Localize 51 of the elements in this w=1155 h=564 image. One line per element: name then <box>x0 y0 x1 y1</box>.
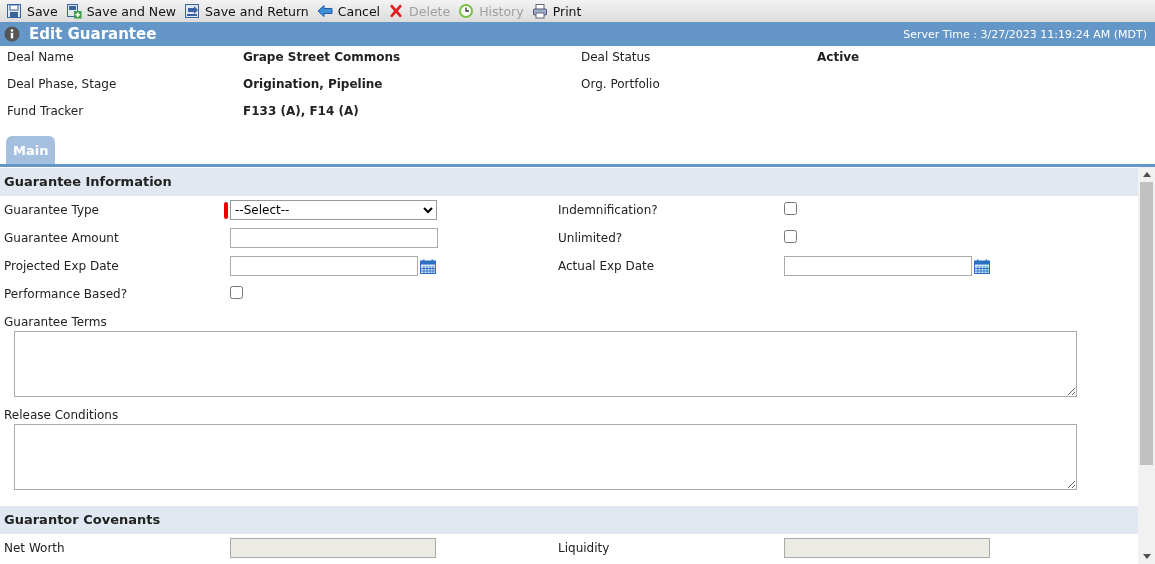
cross-icon <box>388 3 405 19</box>
calendar-icon[interactable] <box>420 258 436 274</box>
info-icon <box>4 26 20 42</box>
scrollbar[interactable] <box>1138 167 1155 564</box>
field-value: Grape Street Commons <box>243 49 401 66</box>
text-area[interactable] <box>14 331 1077 397</box>
printer-icon <box>531 3 548 19</box>
toolbar-button[interactable]: Save and Return <box>182 0 315 22</box>
scrollbar-thumb[interactable] <box>1140 182 1153 465</box>
field-label: Projected Exp Date <box>4 259 119 273</box>
field-label: Indemnification? <box>558 203 658 217</box>
calendar-icon[interactable] <box>974 258 990 274</box>
date-field[interactable] <box>784 256 972 276</box>
field-label: Deal Phase, Stage <box>7 76 117 93</box>
checkbox[interactable] <box>784 201 797 215</box>
toolbar-button[interactable]: Cancel <box>314 0 387 22</box>
field-value: Active <box>817 49 860 66</box>
text-area[interactable] <box>14 424 1077 490</box>
section-header: Guarantee Information <box>0 168 1138 196</box>
toolbar-button[interactable]: Save and New <box>63 0 183 22</box>
field-value: F133 (A), F14 (A) <box>243 103 359 120</box>
date-field[interactable] <box>230 256 418 276</box>
field-label: Org. Portfolio <box>581 76 660 93</box>
input-field[interactable] <box>230 538 436 558</box>
dropdown[interactable]: --Select-- <box>230 200 437 220</box>
field-value: Origination, Pipeline <box>243 76 383 93</box>
checkbox[interactable] <box>784 229 797 243</box>
save-icon <box>6 3 22 19</box>
left-arrow-icon <box>316 3 333 19</box>
field-label: Unlimited? <box>558 231 623 245</box>
field-label: Guarantee Amount <box>4 231 119 245</box>
field-label: Liquidity <box>558 541 610 555</box>
checkbox[interactable] <box>230 285 243 299</box>
section-header: Guarantor Covenants <box>0 506 1138 534</box>
document-plus-icon <box>65 3 82 19</box>
page-title: Edit Guarantee <box>29 25 157 43</box>
field-label: Guarantee Terms <box>4 314 107 330</box>
clock-icon <box>458 3 475 19</box>
server-time: Server Time : 3/27/2023 11:19:24 AM (MDT) <box>903 27 1147 41</box>
input-field[interactable] <box>230 228 438 248</box>
toolbar-button[interactable]: Print <box>529 0 588 22</box>
field-label: Fund Tracker <box>7 103 84 120</box>
field-label: Performance Based? <box>4 287 128 301</box>
input-field[interactable] <box>784 538 990 558</box>
field-label: Release Conditions <box>4 407 119 423</box>
field-label: Guarantee Type <box>4 203 99 217</box>
toolbar-button[interactable]: Save <box>4 0 64 22</box>
field-label: Actual Exp Date <box>558 259 655 273</box>
field-label: Net Worth <box>4 541 65 555</box>
field-label: Deal Name <box>7 49 74 66</box>
field-label: Deal Status <box>581 49 651 66</box>
